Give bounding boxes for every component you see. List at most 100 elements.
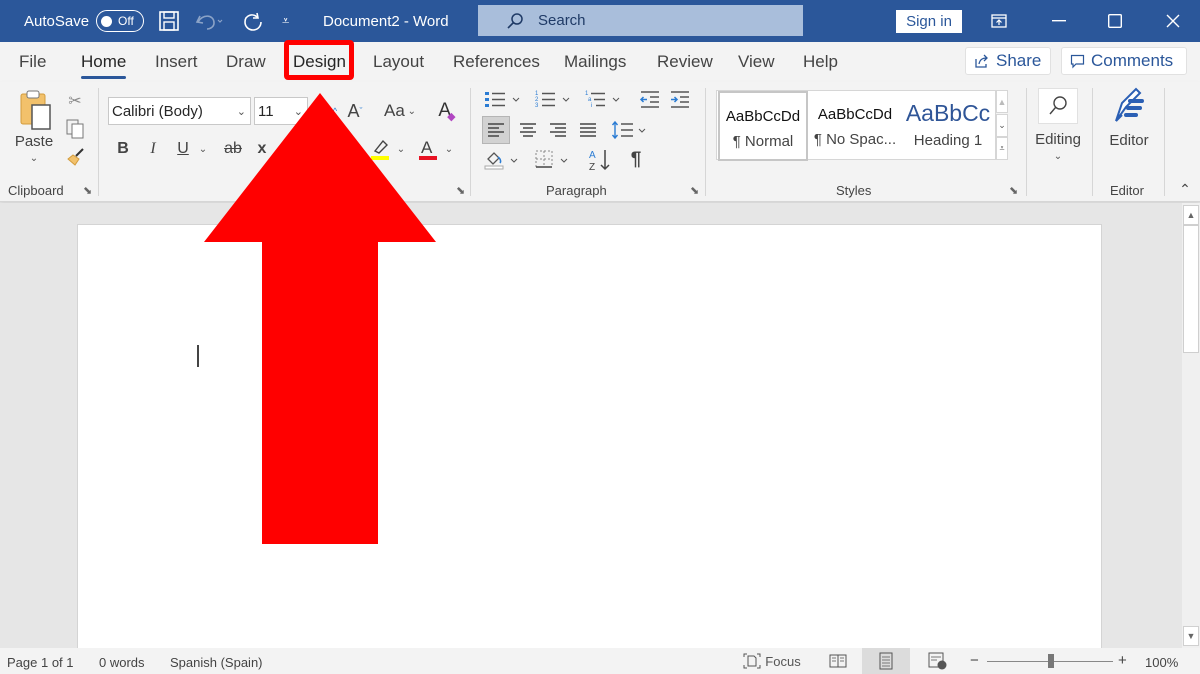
document-page[interactable] <box>77 224 1102 654</box>
sort-icon[interactable]: AZ <box>586 146 614 174</box>
tab-references[interactable]: References <box>453 52 540 72</box>
maximize-button[interactable] <box>1092 0 1138 42</box>
vertical-scrollbar[interactable]: ▲ ▼ <box>1182 203 1200 648</box>
editor-pen-icon[interactable] <box>1106 86 1150 128</box>
separator <box>705 88 706 196</box>
scroll-up-icon[interactable]: ▲ <box>1183 205 1199 225</box>
font-color-icon[interactable]: A <box>416 136 440 162</box>
align-left-icon[interactable] <box>482 116 510 144</box>
cut-icon[interactable]: ✂ <box>64 90 86 112</box>
tab-home[interactable]: Home <box>81 52 127 79</box>
page-count[interactable]: Page 1 of 1 <box>7 655 74 670</box>
tab-view[interactable]: View <box>738 52 775 72</box>
grow-font-icon[interactable]: A ^ <box>318 97 340 125</box>
minimize-button[interactable] <box>1036 0 1082 42</box>
editing-button[interactable]: Editing <box>1030 130 1086 148</box>
scroll-thumb[interactable] <box>1183 225 1199 353</box>
tab-insert[interactable]: Insert <box>155 52 198 72</box>
styles-scroll-down-icon[interactable]: ⌄ <box>996 114 1008 137</box>
font-size-select[interactable]: 11 ⌄ <box>254 97 308 125</box>
zoom-level[interactable]: 100% <box>1145 655 1178 670</box>
undo-icon[interactable] <box>194 0 224 42</box>
editing-dropdown-icon[interactable]: ⌄ <box>1030 150 1086 162</box>
paste-label[interactable]: Paste <box>14 132 54 150</box>
increase-indent-icon[interactable] <box>668 88 692 110</box>
font-launcher-icon[interactable]: ⬊ <box>456 184 465 197</box>
customize-qat-icon[interactable]: ⩡ <box>282 0 289 42</box>
tab-draw[interactable]: Draw <box>226 52 266 72</box>
style-normal[interactable]: AaBbCcDd ¶ Normal <box>718 91 808 161</box>
shading-icon[interactable] <box>482 148 522 172</box>
shrink-font-icon[interactable]: Aˇ <box>344 97 366 125</box>
search-box[interactable]: Search <box>478 5 803 36</box>
autosave-toggle[interactable]: Off <box>96 10 144 32</box>
font-color-dropdown-icon[interactable]: ⌄ <box>442 138 456 160</box>
zoom-in-button[interactable]: + <box>1118 652 1127 669</box>
decrease-indent-icon[interactable] <box>638 88 662 110</box>
share-button[interactable]: Share <box>965 47 1051 75</box>
save-icon[interactable] <box>158 0 180 42</box>
italic-icon[interactable]: I <box>142 138 164 160</box>
focus-button[interactable]: Focus <box>740 648 804 674</box>
borders-icon[interactable] <box>532 148 572 172</box>
tab-review[interactable]: Review <box>657 52 713 72</box>
subscript-icon[interactable]: x <box>254 138 270 160</box>
highlight-color-icon[interactable] <box>368 136 392 162</box>
styles-scroll-up-icon[interactable]: ▲ <box>996 90 1008 113</box>
paste-icon[interactable] <box>16 88 56 132</box>
align-right-icon[interactable] <box>544 116 572 144</box>
style-name: ¶ Normal <box>732 133 794 150</box>
focus-label: Focus <box>765 653 801 669</box>
title-bar: AutoSave Off ⩡ Document2 - Word Search S… <box>0 0 1200 42</box>
tab-mailings[interactable]: Mailings <box>564 52 626 72</box>
styles-launcher-icon[interactable]: ⬊ <box>1009 184 1018 197</box>
clear-formatting-icon[interactable]: A ◆ <box>434 97 460 125</box>
web-layout-icon[interactable] <box>914 648 962 674</box>
tab-layout[interactable]: Layout <box>373 52 424 72</box>
language[interactable]: Spanish (Spain) <box>170 655 263 670</box>
collapse-ribbon-icon[interactable]: ⌃ <box>1176 180 1194 198</box>
clipboard-launcher-icon[interactable]: ⬊ <box>83 184 92 197</box>
zoom-out-button[interactable]: − <box>970 652 979 669</box>
tab-file[interactable]: File <box>19 52 46 72</box>
style-heading-1[interactable]: AaBbCc Heading 1 <box>901 91 995 161</box>
bold-icon[interactable]: B <box>112 138 134 160</box>
font-size-value: 11 <box>258 102 274 120</box>
justify-icon[interactable] <box>574 116 602 144</box>
bullets-icon[interactable] <box>482 88 522 110</box>
change-case-button[interactable]: Aa ⌄ <box>380 97 420 125</box>
align-center-icon[interactable] <box>514 116 542 144</box>
sign-in-button[interactable]: Sign in <box>896 10 962 33</box>
font-name-select[interactable]: Calibri (Body) ⌄ <box>108 97 251 125</box>
ribbon-display-options-icon[interactable] <box>976 0 1022 42</box>
paste-dropdown-icon[interactable]: ⌄ <box>14 152 54 164</box>
redo-icon[interactable] <box>242 0 264 42</box>
scroll-down-icon[interactable]: ▼ <box>1183 626 1199 646</box>
comments-button[interactable]: Comments <box>1061 47 1187 75</box>
clipboard-group-label: Clipboard <box>8 183 64 198</box>
chevron-down-icon: ⌄ <box>293 105 303 118</box>
print-layout-icon[interactable] <box>862 648 910 674</box>
line-spacing-icon[interactable] <box>610 116 650 144</box>
share-icon <box>975 54 988 68</box>
tab-help[interactable]: Help <box>803 52 838 72</box>
strikethrough-icon[interactable]: ab <box>220 138 246 160</box>
editor-button[interactable]: Editor <box>1100 130 1158 150</box>
word-count[interactable]: 0 words <box>99 655 145 670</box>
show-formatting-marks-icon[interactable]: ¶ <box>624 148 648 172</box>
find-icon[interactable] <box>1038 88 1078 124</box>
read-mode-icon[interactable] <box>814 648 862 674</box>
multilevel-list-icon[interactable]: 1ai <box>582 88 622 110</box>
zoom-slider-thumb[interactable] <box>1048 654 1054 668</box>
underline-icon[interactable]: U <box>172 138 194 160</box>
format-painter-icon[interactable] <box>64 146 86 168</box>
styles-more-icon[interactable]: ⩡ <box>996 137 1008 160</box>
close-button[interactable] <box>1150 0 1196 42</box>
numbering-icon[interactable]: 123 <box>532 88 572 110</box>
underline-dropdown-icon[interactable]: ⌄ <box>196 138 210 160</box>
style-no-spacing[interactable]: AaBbCcDd ¶ No Spac... <box>809 91 901 161</box>
paragraph-launcher-icon[interactable]: ⬊ <box>690 184 699 197</box>
copy-icon[interactable] <box>64 118 86 140</box>
design-tab-highlight <box>284 40 354 80</box>
highlight-dropdown-icon[interactable]: ⌄ <box>394 138 408 160</box>
